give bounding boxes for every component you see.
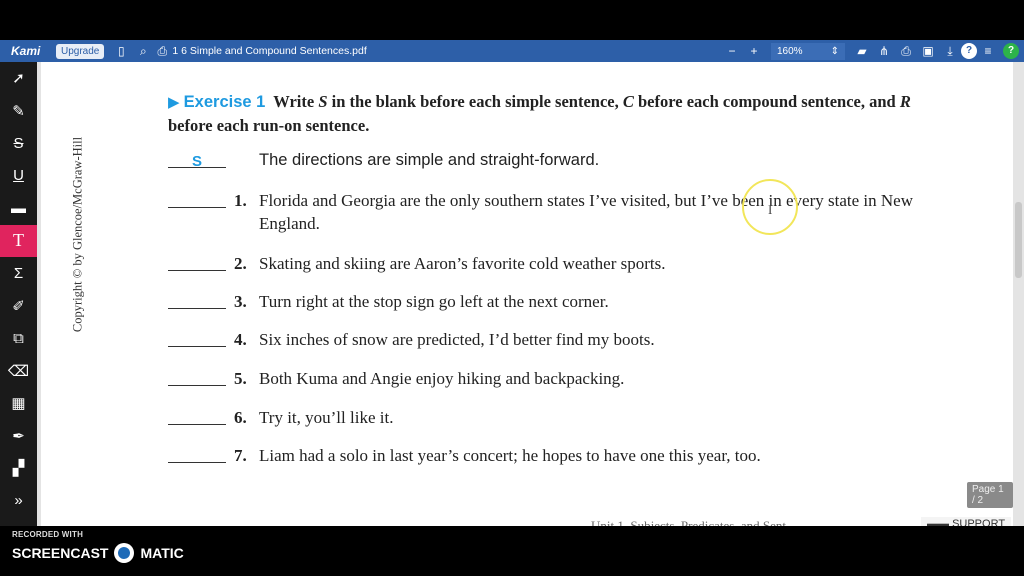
print-icon[interactable]: ⎙ — [895, 44, 917, 59]
pdf-page[interactable]: Copyright © by Glencoe/McGraw-Hill ▶ Exe… — [41, 62, 1013, 526]
answer-blank[interactable] — [168, 329, 226, 347]
text-cursor-icon: I — [768, 202, 773, 217]
underline-icon[interactable]: U — [0, 160, 37, 193]
recorder-brand-right: MATIC — [140, 545, 184, 561]
item-number: 2. — [234, 254, 247, 273]
item-number: 5. — [234, 369, 247, 388]
signature-icon[interactable]: ✒ — [0, 420, 37, 453]
folder-icon[interactable]: ▰ — [851, 44, 873, 58]
recorder-bar: RECORDED WITH SCREENCAST MATIC — [0, 526, 1024, 576]
shapes-icon[interactable]: ⧉ — [0, 322, 37, 355]
support-button[interactable]: ▬▬ SUPPORT — [921, 517, 1012, 526]
recorded-with-label: RECORDED WITH — [12, 530, 84, 539]
select-icon[interactable]: ➚ — [0, 62, 37, 95]
document-filename[interactable]: 1 6 Simple and Compound Sentences.pdf — [172, 45, 366, 57]
chevron-updown-icon: ⇕ — [830, 45, 839, 57]
sidebar-toggle-icon[interactable]: ▯ — [110, 44, 132, 58]
instruction-text: before each compound sentence, and — [633, 92, 900, 111]
item-sentence: Turn right at the stop sign go left at t… — [259, 292, 609, 311]
support-icon: ▬▬ — [927, 518, 953, 526]
zoom-select[interactable]: 160% ⇕ — [771, 42, 845, 60]
download-icon[interactable]: ⤓ — [939, 44, 961, 59]
sample-answer-blank[interactable]: S — [168, 150, 226, 170]
recorder-logo: SCREENCAST MATIC — [12, 543, 184, 563]
zoom-in-icon[interactable]: + — [743, 44, 765, 58]
left-toolbar: ➚ ✎ S U ▬ T Σ ✐ ⧉ ⌫ ▦ ✒ ▞ » — [0, 62, 37, 526]
top-toolbar: Kami Upgrade ▯ ⌕ ⎙ 1 6 Simple and Compou… — [0, 40, 1024, 62]
recorder-logo-icon — [114, 543, 135, 563]
exercise-title: Exercise 1 — [183, 93, 266, 111]
page-indicator: Page 1 / 2 — [967, 482, 1013, 508]
answer-blank[interactable] — [168, 445, 226, 463]
item-sentence: Six inches of snow are predicted, I’d be… — [259, 330, 655, 349]
answer-blank[interactable] — [168, 291, 226, 309]
play-arrow-icon: ▶ — [168, 93, 180, 111]
app-logo: Kami — [11, 44, 41, 58]
drawing-icon[interactable]: ✐ — [0, 290, 37, 323]
zoom-out-icon[interactable]: − — [721, 44, 743, 58]
equation-icon[interactable]: Σ — [0, 257, 37, 290]
item-sentence: Try it, you’ll like it. — [259, 408, 394, 427]
zoom-value: 160% — [777, 45, 803, 57]
answer-blank[interactable] — [168, 253, 226, 271]
share-icon[interactable]: ⋔ — [873, 44, 895, 58]
eraser-icon[interactable]: ⌫ — [0, 355, 37, 388]
help-icon[interactable]: ? — [961, 43, 977, 59]
toolbar-right-group: − + 160% ⇕ ▰ ⋔ ⎙ ▣ ⤓ ? ≡ ? — [721, 40, 1024, 62]
instruction-s: S — [318, 92, 328, 111]
answer-blank[interactable] — [168, 368, 226, 386]
upgrade-button[interactable]: Upgrade — [56, 43, 105, 59]
document-viewer[interactable]: Copyright © by Glencoe/McGraw-Hill ▶ Exe… — [37, 62, 1024, 526]
search-icon[interactable]: ⌕ — [132, 44, 154, 59]
page-footer: Unit 1, Subjects, Predicates, and Sent — [591, 518, 786, 526]
screen: Kami Upgrade ▯ ⌕ ⎙ 1 6 Simple and Compou… — [0, 0, 1024, 576]
answer-blank[interactable] — [168, 190, 226, 208]
item-number: 6. — [234, 408, 247, 427]
item-number: 1. — [234, 191, 247, 210]
scrollbar-thumb[interactable] — [1015, 202, 1022, 278]
item-number: 4. — [234, 330, 247, 349]
item-sentence: Florida and Georgia are the only souther… — [259, 191, 913, 233]
item-number: 3. — [234, 292, 247, 311]
instruction-r: R — [899, 92, 911, 111]
lock-icon: ⎙ — [157, 43, 168, 58]
item-number: 7. — [234, 446, 247, 465]
text-icon[interactable]: T — [0, 224, 37, 257]
exercise-heading: ▶ Exercise 1 Write S in the blank before… — [168, 90, 958, 137]
instruction-text: Write — [273, 92, 319, 111]
highlighter-icon[interactable]: ✎ — [0, 95, 37, 128]
page-icon[interactable]: ▞ — [0, 452, 37, 485]
answer-blank[interactable] — [168, 407, 226, 425]
save-icon[interactable]: ▣ — [917, 44, 939, 58]
menu-icon[interactable]: ≡ — [977, 44, 999, 58]
comment-icon[interactable]: ▬ — [0, 192, 37, 225]
copyright-text: Copyright © by Glencoe/McGraw-Hill — [70, 136, 85, 333]
item-sentence: Skating and skiing are Aaron’s favorite … — [259, 254, 666, 273]
account-icon[interactable]: ? — [1003, 43, 1019, 59]
instruction-text: before each run-on sentence. — [168, 116, 370, 135]
item-sentence: Both Kuma and Angie enjoy hiking and bac… — [259, 369, 625, 388]
item-sentence: Liam had a solo in last year’s concert; … — [259, 446, 761, 465]
strikethrough-icon[interactable]: S — [0, 127, 37, 160]
recorder-brand-left: SCREENCAST — [12, 545, 109, 561]
image-icon[interactable]: ▦ — [0, 387, 37, 420]
instruction-text: in the blank before each simple sentence… — [327, 92, 623, 111]
copyright-sidebar: Copyright © by Glencoe/McGraw-Hill — [68, 122, 88, 352]
support-label: SUPPORT — [952, 518, 1006, 526]
instruction-c: C — [622, 92, 634, 111]
expand-icon[interactable]: » — [0, 485, 37, 518]
sample-sentence: The directions are simple and straight-f… — [259, 151, 600, 169]
